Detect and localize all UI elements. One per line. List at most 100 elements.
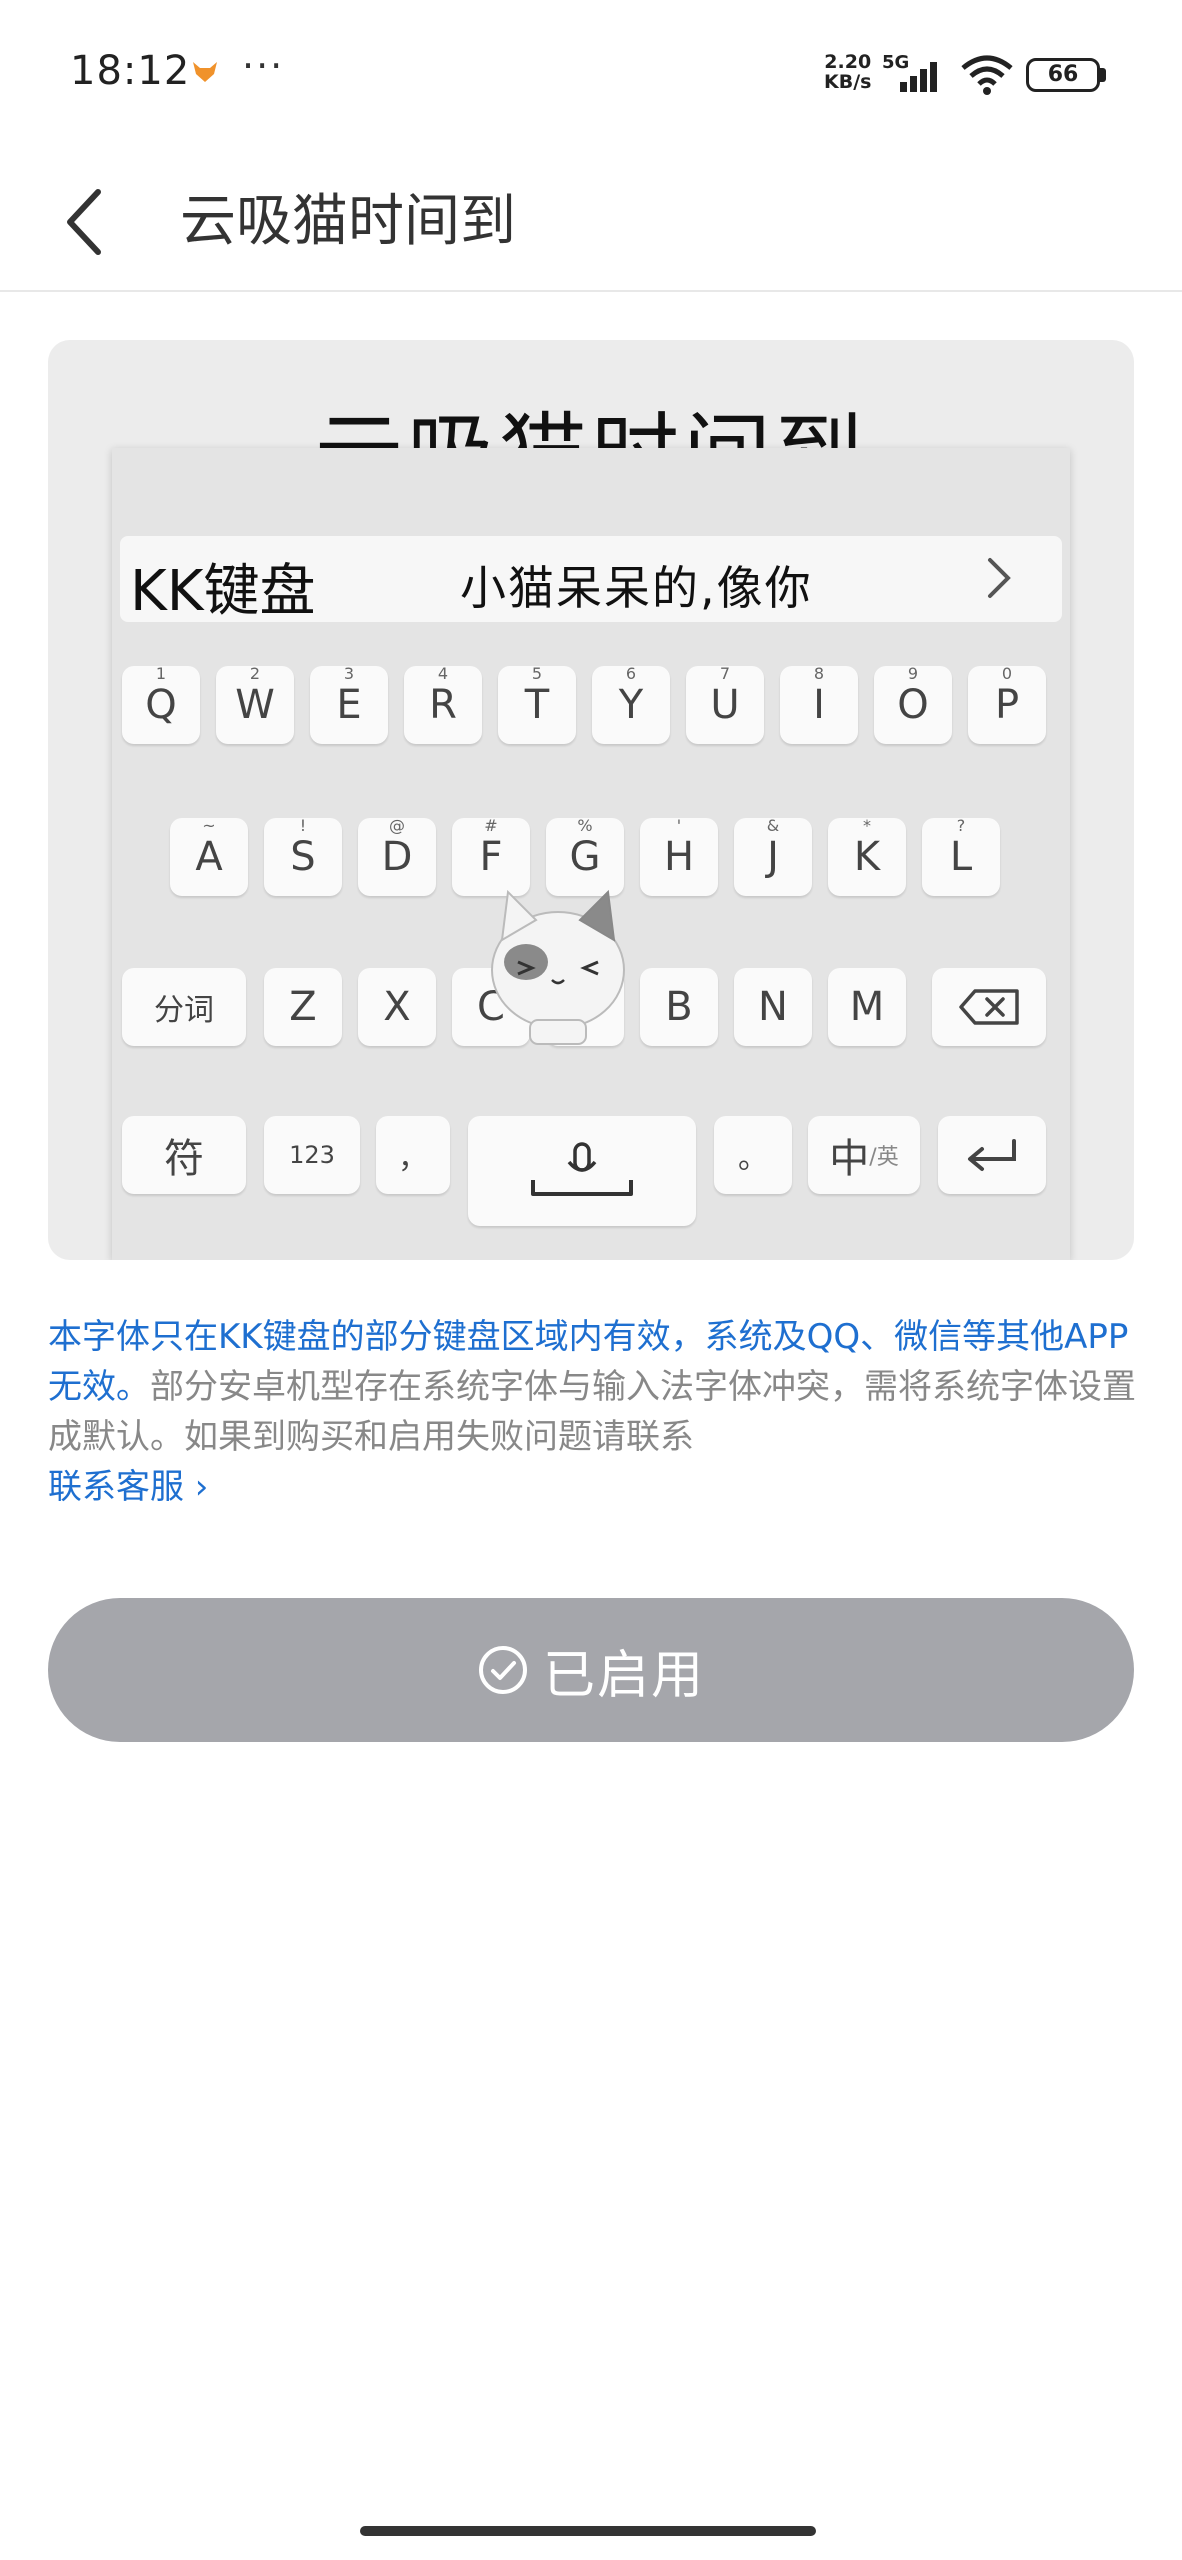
- key-q: 1Q: [122, 664, 200, 744]
- fox-app-icon: [193, 62, 217, 82]
- key-label: Q: [145, 682, 177, 728]
- status-time: 18:12: [70, 48, 191, 94]
- header-divider: [0, 290, 1182, 292]
- key-numbers: 123: [264, 1116, 360, 1194]
- key-hint: 5: [531, 664, 543, 683]
- key-m: M: [828, 968, 906, 1046]
- key-hint: &: [766, 816, 780, 835]
- candidate-brand: KK键盘: [130, 559, 316, 624]
- key-label: J: [767, 834, 779, 880]
- key-enter: [938, 1116, 1046, 1194]
- check-circle-icon: [478, 1646, 527, 1694]
- key-space-voice: [468, 1116, 696, 1226]
- enabled-label: 已启用: [542, 1645, 705, 1706]
- back-button[interactable]: [50, 170, 120, 270]
- key-label: K: [853, 834, 881, 880]
- enabled-button[interactable]: 已启用: [48, 1598, 1134, 1742]
- key-segment: 分词: [122, 968, 246, 1046]
- key-label: D: [381, 834, 413, 880]
- key-language: 中/英: [808, 1116, 920, 1194]
- network-speed-unit: KB/s: [824, 71, 872, 93]
- key-label: P: [994, 682, 1020, 728]
- key-language-main: 中: [829, 1136, 870, 1182]
- key-e: 3E: [310, 664, 388, 744]
- key-label: Y: [618, 682, 644, 728]
- backspace-icon: [959, 989, 1019, 1025]
- key-s: ! S: [264, 816, 342, 896]
- cat-mascot-icon: [491, 889, 625, 1045]
- key-p: 0P: [968, 664, 1046, 744]
- chevron-right-icon: [988, 558, 1011, 598]
- key-l: ? L: [922, 816, 1000, 896]
- key-label: E: [336, 682, 362, 728]
- key-label: L: [949, 834, 973, 880]
- key-hint: %: [577, 816, 593, 835]
- key-o: 9O: [874, 664, 952, 744]
- font-notice: 本字体只在KK键盘的部分键盘区域内有效，系统及QQ、微信等其他APP无效。部分安…: [48, 1312, 1138, 1462]
- key-d: @ D: [358, 816, 436, 896]
- key-backspace: [932, 968, 1046, 1046]
- key-b: B: [640, 968, 718, 1046]
- key-hint: !: [299, 816, 307, 835]
- key-t: 5T: [498, 664, 576, 744]
- contact-support-link[interactable]: 联系客服 ›: [48, 1462, 208, 1512]
- key-hint: #: [484, 816, 498, 835]
- key-r: 4R: [404, 664, 482, 744]
- status-bar: 18:12 ··· 2.20 KB/s 5G 66: [0, 0, 1182, 150]
- key-label: A: [195, 834, 223, 880]
- key-u: 7U: [686, 664, 764, 744]
- key-hint: @: [389, 816, 405, 835]
- key-hint: ~: [202, 816, 216, 835]
- key-hint: 1: [155, 664, 167, 683]
- battery-icon: 66: [1026, 58, 1100, 92]
- key-hint: 6: [625, 664, 637, 683]
- key-label: R: [429, 682, 457, 728]
- key-k: * K: [828, 816, 906, 896]
- candidate-word: 小猫呆呆的,像你: [460, 561, 813, 615]
- signal-icon: [900, 62, 937, 92]
- battery-cap: [1100, 68, 1106, 82]
- network-speed-value: 2.20: [824, 51, 872, 73]
- candidate-bar: KK键盘 小猫呆呆的,像你: [120, 536, 1062, 624]
- battery-level: 66: [1047, 62, 1079, 87]
- key-language-sub: /英: [869, 1145, 899, 1170]
- key-period: 。: [714, 1116, 792, 1194]
- key-n: N: [734, 968, 812, 1046]
- key-label: S: [290, 834, 316, 880]
- key-symbols: 符: [122, 1116, 246, 1194]
- wifi-icon: [961, 55, 1013, 95]
- microphone-icon: [531, 1142, 633, 1196]
- key-z: Z: [264, 968, 342, 1046]
- key-hint: *: [863, 816, 871, 835]
- key-hint: 8: [813, 664, 825, 683]
- enter-icon: [968, 1139, 1016, 1171]
- key-label: H: [663, 834, 695, 880]
- key-label: W: [235, 682, 275, 728]
- key-label: I: [813, 682, 825, 728]
- key-hint: 0: [1001, 664, 1013, 683]
- app-header: 云吸猫时间到: [0, 150, 1182, 290]
- key-x: X: [358, 968, 436, 1046]
- key-hint: ?: [956, 816, 966, 835]
- key-a: ~ A: [170, 816, 248, 896]
- keyboard-preview: KK键盘 小猫呆呆的,像你 1Q 2W 3E 4R 5T 6Y 7U 8I 9O…: [112, 448, 1070, 1260]
- key-hint: 4: [437, 664, 449, 683]
- key-label: U: [710, 682, 740, 728]
- key-j: & J: [734, 816, 812, 896]
- key-comma: ，: [376, 1116, 450, 1194]
- font-preview-card: 云吸猫时间到 KK键盘 小猫呆呆的,像你 1Q 2W 3E 4R 5T 6Y 7…: [48, 340, 1134, 1260]
- key-hint: 3: [343, 664, 355, 683]
- network-speed: 2.20 KB/s: [824, 52, 871, 92]
- more-notifications-icon: ···: [242, 44, 285, 88]
- key-w: 2W: [216, 664, 294, 744]
- home-indicator[interactable]: [360, 2526, 816, 2536]
- key-h: ' H: [640, 816, 718, 896]
- key-i: 8I: [780, 664, 858, 744]
- key-hint: ': [676, 816, 682, 835]
- key-hint: 9: [907, 664, 919, 683]
- page-title: 云吸猫时间到: [180, 189, 516, 254]
- key-hint: 2: [249, 664, 261, 683]
- notice-detail: 部分安卓机型存在系统字体与输入法字体冲突，需将系统字体设置成默认。如果到购买和启…: [48, 1367, 1136, 1457]
- key-label: T: [524, 682, 550, 728]
- key-y: 6Y: [592, 664, 670, 744]
